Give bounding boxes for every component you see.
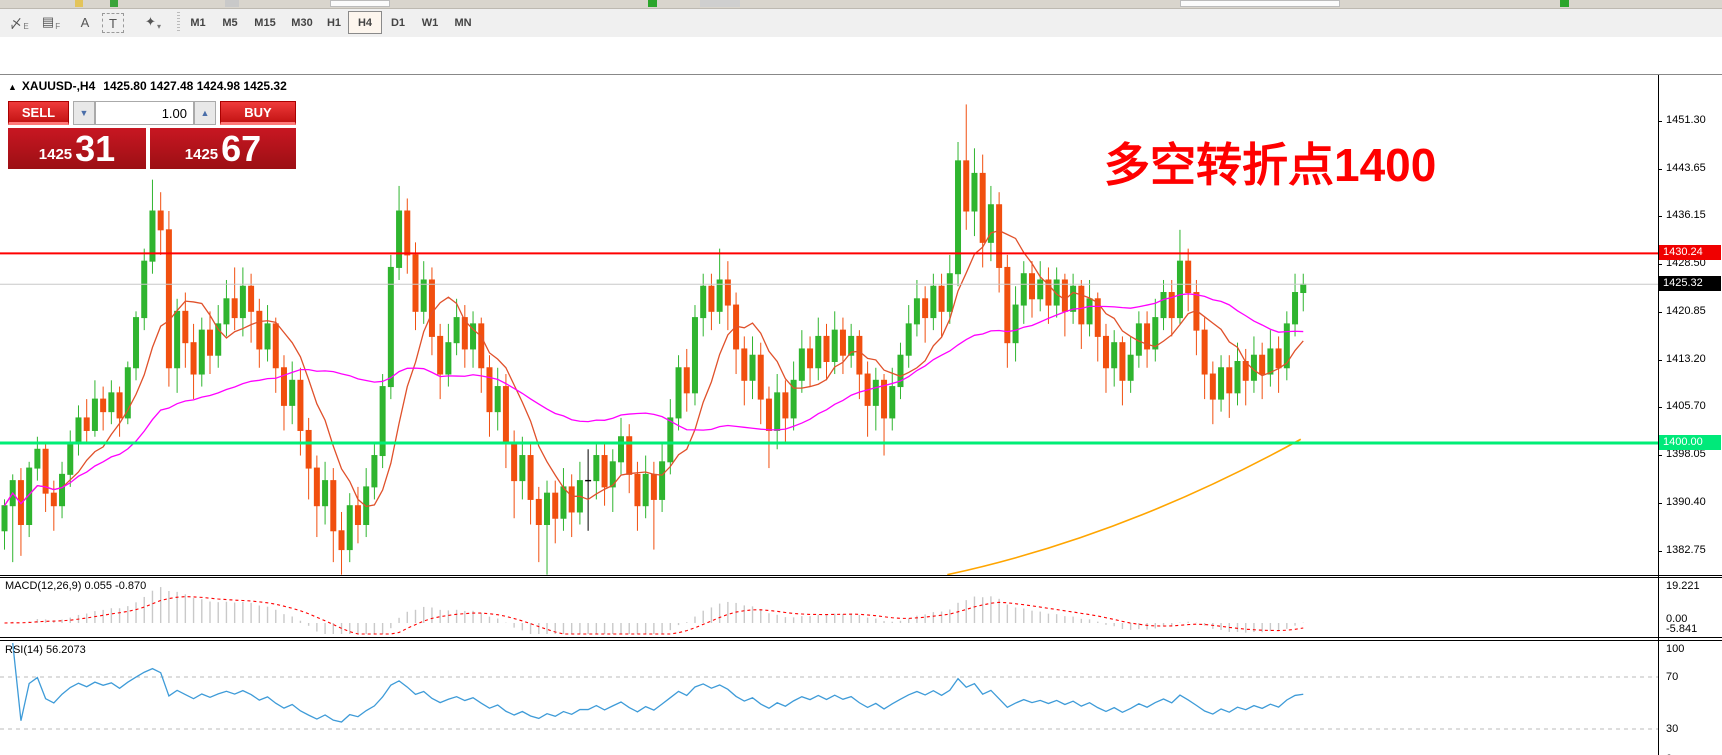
rsi-axis-label: 70 bbox=[1666, 671, 1678, 683]
text-label-icon[interactable]: A bbox=[72, 11, 98, 33]
dropdown-caret-icon: ▾ bbox=[157, 22, 161, 31]
price-tick-label: 1420.85 bbox=[1666, 305, 1706, 317]
buy-button[interactable]: BUY bbox=[220, 101, 296, 125]
macd-label: MACD(12,26,9) 0.055 -0.870 bbox=[5, 580, 146, 592]
text-box-icon[interactable]: T bbox=[102, 13, 124, 33]
macd-indicator-panel[interactable] bbox=[0, 578, 1658, 637]
toolbar-fragment bbox=[1180, 0, 1340, 7]
rsi-axis-label: 30 bbox=[1666, 723, 1678, 735]
volume-increase-button[interactable]: ▲ bbox=[194, 101, 216, 125]
timeframe-button-m1[interactable]: M1 bbox=[182, 11, 214, 34]
rsi-label: RSI(14) 56.2073 bbox=[5, 644, 86, 656]
grid-icon[interactable]: ▤F bbox=[38, 11, 64, 33]
chart-area: ▲ XAUUSD-,H4 1425.80 1427.48 1424.98 1425.… bbox=[0, 37, 1722, 755]
clipped-toolbar-strip bbox=[0, 0, 1722, 9]
volume-decrease-button[interactable]: ▼ bbox=[73, 101, 95, 125]
ohlc-values: 1425.80 1427.48 1424.98 1425.32 bbox=[103, 79, 287, 93]
timeframe-button-d1[interactable]: D1 bbox=[382, 11, 414, 34]
bid-price-big: 31 bbox=[75, 132, 115, 166]
plot-right-border bbox=[1658, 75, 1659, 755]
mt4-terminal-window: 〆E ▤F A T ✦▾ M1M5M15M30H1H4D1W1MN ▲ XAUUS… bbox=[0, 0, 1722, 755]
price-tick-label: 1436.15 bbox=[1666, 209, 1706, 221]
toolbar-fragment bbox=[648, 0, 657, 7]
timeframe-button-mn[interactable]: MN bbox=[446, 11, 480, 34]
toolbar-fragment bbox=[1560, 0, 1569, 7]
toolbar-fragment bbox=[75, 0, 83, 7]
indicators-icon[interactable]: 〆E bbox=[6, 11, 32, 33]
ask-price[interactable]: 1425 67 bbox=[150, 128, 296, 169]
bid-price-prefix: 1425 bbox=[39, 146, 72, 163]
price-tick-label: 1390.40 bbox=[1666, 496, 1706, 508]
volume-input[interactable] bbox=[95, 101, 194, 125]
timeframe-button-h4[interactable]: H4 bbox=[348, 11, 382, 34]
toolbar-separator bbox=[177, 12, 180, 33]
timeframe-button-w1[interactable]: W1 bbox=[414, 11, 446, 34]
rsi-axis-label: 100 bbox=[1666, 643, 1684, 655]
current-price-badge: 1425.32 bbox=[1659, 276, 1721, 291]
symbol-period-label: XAUUSD-,H4 bbox=[22, 79, 95, 93]
timeframe-button-h1[interactable]: H1 bbox=[320, 11, 348, 34]
price-level-badge-red: 1430.24 bbox=[1659, 245, 1721, 260]
toolbar-fragment bbox=[225, 0, 239, 7]
arrows-icon[interactable]: ✦▾ bbox=[136, 11, 170, 33]
collapse-arrow-icon[interactable]: ▲ bbox=[8, 82, 17, 92]
price-tick-label: 1405.70 bbox=[1666, 400, 1706, 412]
symbol-title: ▲ XAUUSD-,H4 1425.80 1427.48 1424.98 1425.… bbox=[8, 79, 287, 93]
price-tick-label: 1443.65 bbox=[1666, 162, 1706, 174]
toolbar-fragment bbox=[110, 0, 118, 7]
price-tick-label: 1398.05 bbox=[1666, 448, 1706, 460]
toolbar-fragment bbox=[330, 0, 390, 7]
price-level-badge-green: 1400.00 bbox=[1659, 435, 1721, 450]
ask-price-prefix: 1425 bbox=[185, 146, 218, 163]
rsi-indicator-panel[interactable] bbox=[0, 641, 1658, 755]
bid-price[interactable]: 1425 31 bbox=[8, 128, 146, 169]
one-click-trading-panel: SELL ▼ ▲ BUY 1425 31 1425 67 bbox=[8, 101, 296, 169]
price-tick-label: 1451.30 bbox=[1666, 114, 1706, 126]
toolbar-fragment bbox=[700, 0, 740, 7]
timeframe-button-m5[interactable]: M5 bbox=[214, 11, 246, 34]
price-tick-label: 1413.20 bbox=[1666, 353, 1706, 365]
macd-axis-label: -5.841 bbox=[1666, 623, 1697, 635]
chart-annotation-text[interactable]: 多空转折点1400 bbox=[1104, 129, 1436, 195]
panel-divider bbox=[0, 637, 1722, 638]
sell-button[interactable]: SELL bbox=[8, 101, 69, 125]
timeframe-button-m15[interactable]: M15 bbox=[246, 11, 284, 34]
ask-price-big: 67 bbox=[221, 132, 261, 166]
price-tick-label: 1382.75 bbox=[1666, 544, 1706, 556]
macd-axis-label: 19.221 bbox=[1666, 580, 1700, 592]
timeframe-button-m30[interactable]: M30 bbox=[284, 11, 320, 34]
chart-toolbar: 〆E ▤F A T ✦▾ M1M5M15M30H1H4D1W1MN bbox=[0, 9, 1722, 38]
panel-divider bbox=[0, 575, 1722, 576]
